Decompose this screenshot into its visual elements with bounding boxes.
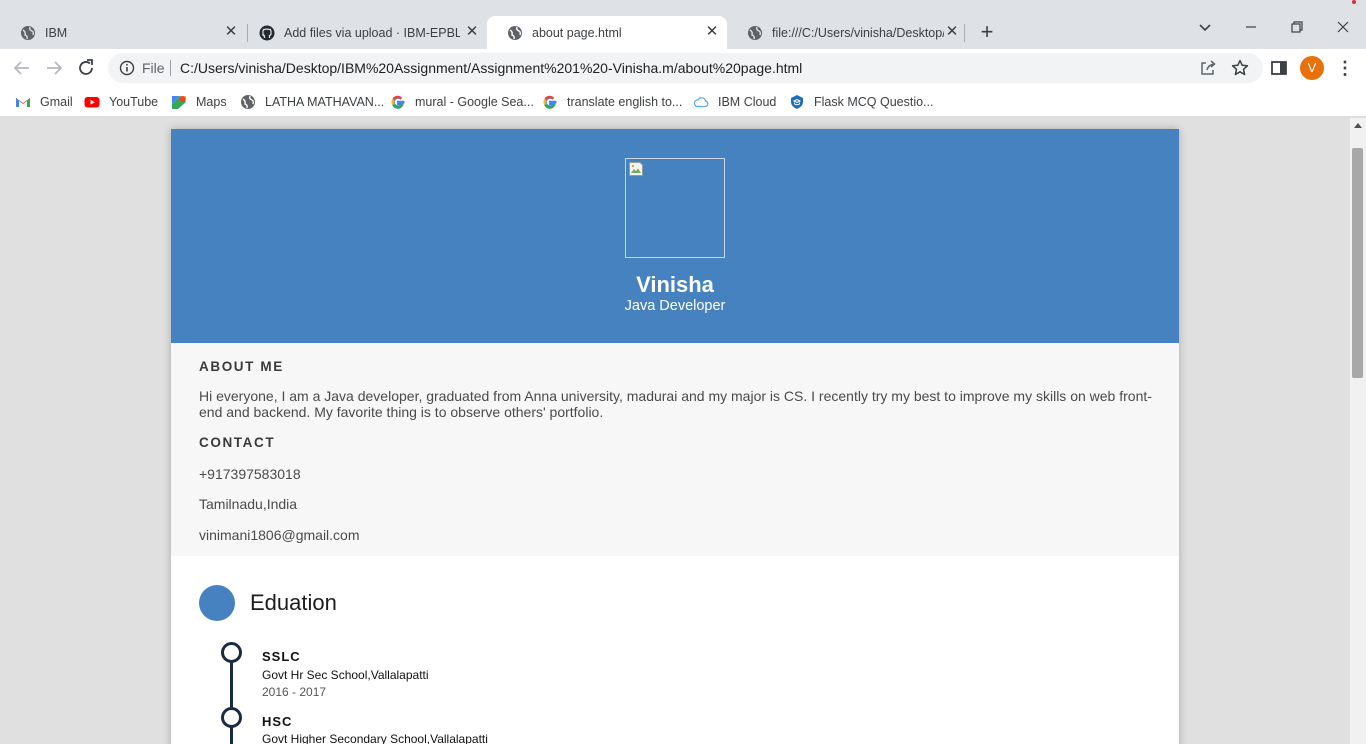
info-icon[interactable] bbox=[119, 60, 135, 76]
info-section: ABOUT ME Hi everyone, I am a Java develo… bbox=[171, 343, 1179, 556]
bookmark-ibm-cloud[interactable]: IBM Cloud bbox=[693, 92, 776, 112]
bookmark-label: LATHA MATHAVAN... bbox=[265, 95, 385, 109]
cloud-icon bbox=[693, 97, 709, 108]
timeline-node bbox=[221, 642, 242, 663]
vertical-scrollbar[interactable] bbox=[1350, 118, 1366, 744]
tab-search-button[interactable] bbox=[1195, 21, 1215, 39]
close-icon[interactable]: ✕ bbox=[705, 24, 719, 39]
education-timeline bbox=[230, 659, 233, 744]
globe-icon bbox=[748, 25, 762, 40]
education-years: 2016 - 2017 bbox=[262, 685, 327, 699]
recording-indicator bbox=[1352, 0, 1356, 4]
tab-file-url[interactable]: file:///C:/Users/vinisha/Desktop/I ✕ bbox=[727, 16, 967, 49]
scrollbar-thumb[interactable] bbox=[1352, 148, 1363, 378]
bookmark-label: Gmail bbox=[40, 95, 73, 109]
reload-icon[interactable] bbox=[75, 57, 97, 79]
close-icon[interactable]: ✕ bbox=[465, 24, 479, 39]
kebab-menu-icon[interactable]: ⋮ bbox=[1336, 58, 1354, 78]
timeline-node bbox=[221, 707, 242, 728]
side-panel-icon[interactable] bbox=[1270, 59, 1288, 77]
close-icon bbox=[1337, 21, 1349, 33]
github-icon bbox=[259, 25, 275, 40]
tab-ibm[interactable]: IBM ✕ bbox=[0, 16, 246, 49]
share-icon[interactable] bbox=[1199, 59, 1217, 77]
bookmark-translate[interactable]: translate english to... bbox=[542, 92, 682, 112]
shield-icon bbox=[791, 95, 803, 109]
close-icon[interactable]: ✕ bbox=[224, 24, 238, 39]
tab-title: IBM bbox=[45, 25, 68, 40]
tab-title: file:///C:/Users/vinisha/Desktop/I bbox=[772, 25, 944, 40]
scroll-up-arrow-icon[interactable] bbox=[1354, 123, 1362, 128]
close-icon[interactable]: ✕ bbox=[945, 24, 959, 39]
bookmarks-bar: Gmail YouTube Maps LATHA MATHAVAN... mur… bbox=[0, 87, 1366, 117]
globe-icon bbox=[508, 25, 522, 40]
contact-email: vinimani1806@gmail.com bbox=[199, 527, 360, 543]
bookmark-youtube[interactable]: YouTube bbox=[84, 92, 158, 112]
url-scheme-label: File bbox=[142, 60, 165, 76]
bookmark-latha[interactable]: LATHA MATHAVAN... bbox=[240, 92, 384, 112]
restore-icon bbox=[1291, 21, 1303, 33]
bookmark-label: Flask MCQ Questio... bbox=[814, 95, 934, 109]
tab-github-upload[interactable]: Add files via upload · IBM-EPBL/I ✕ bbox=[239, 16, 487, 49]
bookmark-label: IBM Cloud bbox=[718, 95, 777, 109]
education-heading: Eduation bbox=[250, 590, 337, 615]
education-level: SSLC bbox=[262, 649, 301, 664]
profile-header: Vinisha Java Developer bbox=[171, 129, 1179, 343]
bookmark-label: YouTube bbox=[109, 95, 159, 109]
profile-avatar[interactable]: V bbox=[1300, 56, 1324, 80]
bookmark-label: translate english to... bbox=[567, 95, 683, 109]
bookmark-flask-mcq[interactable]: Flask MCQ Questio... bbox=[789, 92, 933, 112]
bookmark-gmail[interactable]: Gmail bbox=[15, 92, 73, 112]
star-icon[interactable] bbox=[1230, 58, 1250, 78]
about-text: Hi everyone, I am a Java developer, grad… bbox=[199, 388, 1152, 420]
gmail-icon bbox=[16, 98, 30, 107]
education-level: HSC bbox=[262, 714, 293, 729]
google-icon bbox=[391, 95, 405, 109]
new-tab-button[interactable]: + bbox=[977, 21, 997, 43]
tab-title: about page.html bbox=[532, 25, 622, 40]
contact-heading: CONTACT bbox=[199, 435, 276, 450]
address-bar[interactable]: File C:/Users/vinisha/Desktop/IBM%20Assi… bbox=[108, 53, 1263, 83]
tab-about-page[interactable]: about page.html ✕ bbox=[487, 16, 727, 49]
maps-icon bbox=[172, 96, 186, 109]
broken-image-icon bbox=[629, 162, 643, 176]
profile-card: Vinisha Java Developer ABOUT ME Hi every… bbox=[171, 129, 1179, 744]
bookmark-maps[interactable]: Maps bbox=[171, 92, 227, 112]
minimize-icon bbox=[1246, 26, 1256, 28]
browser-toolbar: File C:/Users/vinisha/Desktop/IBM%20Assi… bbox=[0, 49, 1366, 87]
url-text[interactable]: C:/Users/vinisha/Desktop/IBM%20Assignmen… bbox=[180, 60, 802, 76]
chevron-down-icon bbox=[1199, 24, 1211, 32]
education-school: Govt Hr Sec School,Vallalapatti bbox=[262, 668, 429, 682]
forward-icon[interactable] bbox=[43, 57, 65, 79]
page-viewport: Vinisha Java Developer ABOUT ME Hi every… bbox=[0, 118, 1350, 744]
education-section-icon bbox=[199, 585, 235, 621]
contact-location: Tamilnadu,India bbox=[199, 496, 298, 512]
youtube-icon bbox=[84, 97, 100, 108]
close-window-button[interactable] bbox=[1333, 20, 1353, 37]
contact-phone: +917397583018 bbox=[199, 466, 301, 482]
profile-role: Java Developer bbox=[624, 298, 726, 314]
google-icon bbox=[543, 95, 557, 109]
profile-name: Vinisha bbox=[636, 272, 714, 297]
bookmark-label: mural - Google Sea... bbox=[415, 95, 534, 109]
bookmark-mural-search[interactable]: mural - Google Sea... bbox=[390, 92, 534, 112]
globe-icon bbox=[241, 95, 255, 109]
tab-divider bbox=[964, 24, 965, 42]
minimize-button[interactable] bbox=[1241, 20, 1261, 37]
tab-title: Add files via upload · IBM-EPBL/I bbox=[284, 25, 460, 40]
education-school: Govt Higher Secondary School,Vallalapatt… bbox=[262, 732, 488, 744]
bookmark-label: Maps bbox=[196, 95, 227, 109]
tab-strip: IBM ✕ Add files via upload · IBM-EPBL/I … bbox=[0, 0, 1366, 49]
globe-icon bbox=[21, 25, 35, 40]
back-icon[interactable] bbox=[11, 57, 33, 79]
omnibox-divider bbox=[170, 60, 171, 76]
about-heading: ABOUT ME bbox=[199, 359, 284, 374]
profile-image bbox=[625, 158, 725, 258]
restore-button[interactable] bbox=[1287, 20, 1307, 37]
